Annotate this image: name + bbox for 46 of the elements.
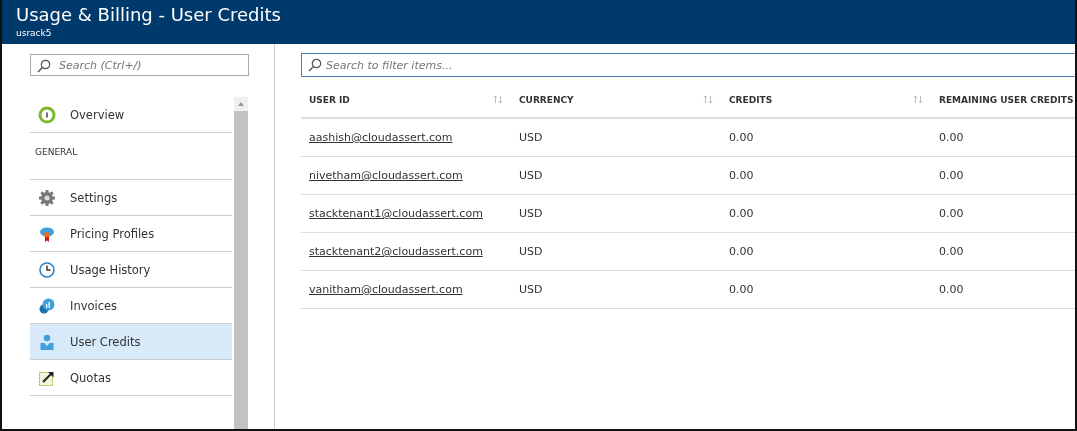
user-link[interactable]: stacktenant1@cloudassert.com <box>309 207 483 220</box>
search-icon <box>37 59 51 73</box>
column-header[interactable]: REMAINING USER CREDITS <box>939 94 1074 105</box>
table-cell: 0.00 <box>939 131 964 144</box>
sort-icon[interactable] <box>913 95 923 104</box>
table-cell: 0.00 <box>939 283 964 296</box>
table-cell: 0.00 <box>729 169 754 182</box>
nav-item[interactable]: Overview <box>30 97 232 133</box>
section-heading: GENERAL <box>30 133 232 180</box>
table-cell: 0.00 <box>939 169 964 182</box>
user-link[interactable]: aashish@cloudassert.com <box>309 131 453 144</box>
search-field[interactable]: Search (Ctrl+/) <box>30 54 249 76</box>
nav-item[interactable]: Usage History <box>30 252 232 288</box>
page-title: Usage & Billing - User Credits <box>16 3 282 27</box>
table-cell: 0.00 <box>729 245 754 258</box>
table-cell: USD <box>519 131 543 144</box>
chart-cloud-icon <box>38 296 56 315</box>
column-header[interactable]: CREDITS <box>729 94 773 105</box>
nav-item[interactable]: Pricing Profiles <box>30 216 232 252</box>
table-cell: USD <box>519 169 543 182</box>
resource-name: usrack5 <box>16 27 53 39</box>
table-cell: 0.00 <box>729 131 754 144</box>
table-cell: 0.00 <box>939 207 964 220</box>
user-icon <box>38 332 56 351</box>
nav-item[interactable]: Settings <box>30 180 232 216</box>
nav-item[interactable]: Quotas <box>30 360 232 396</box>
table-cell: USD <box>519 245 543 258</box>
nav-item[interactable]: User Credits <box>30 324 232 360</box>
table-cell: 0.00 <box>729 283 754 296</box>
gear-icon <box>38 188 56 207</box>
table-cell: 0.00 <box>939 245 964 258</box>
search-icon <box>308 58 322 72</box>
table-cell: USD <box>519 283 543 296</box>
user-link[interactable]: nivetham@cloudassert.com <box>309 169 463 182</box>
clock-icon <box>38 260 56 279</box>
overview-icon <box>38 105 56 124</box>
filter-field[interactable]: Search to filter items... <box>301 53 1075 77</box>
table-cell: USD <box>519 207 543 220</box>
user-link[interactable]: vanitham@cloudassert.com <box>309 283 463 296</box>
column-header[interactable]: USER ID <box>309 94 350 105</box>
table-cell: 0.00 <box>729 207 754 220</box>
sort-icon[interactable] <box>703 95 713 104</box>
scroll-up-icon[interactable] <box>237 101 245 107</box>
sort-icon[interactable] <box>493 95 503 104</box>
column-header[interactable]: CURRENCY <box>519 94 574 105</box>
user-link[interactable]: stacktenant2@cloudassert.com <box>309 245 483 258</box>
